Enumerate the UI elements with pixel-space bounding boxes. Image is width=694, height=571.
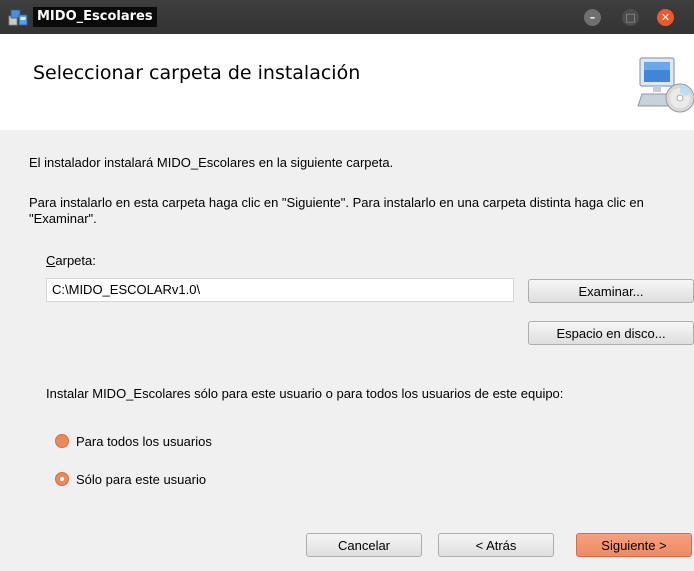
radio-button-checked[interactable]	[55, 472, 69, 486]
page-title: Seleccionar carpeta de instalación	[33, 62, 361, 84]
radio-this-user[interactable]: Sólo para este usuario	[55, 470, 206, 488]
radio-this-user-label: Sólo para este usuario	[76, 471, 207, 487]
folder-label: Carpeta:	[46, 253, 96, 268]
close-button[interactable]: ✕	[657, 9, 674, 26]
back-button[interactable]: < Atrás	[438, 533, 554, 557]
intro-text: El instalador instalará MIDO_Escolares e…	[29, 155, 394, 170]
installer-icon	[8, 9, 28, 26]
next-button[interactable]: Siguiente >	[576, 533, 692, 557]
title-bar[interactable]: MIDO_Escolares – □ ✕	[0, 0, 694, 34]
close-icon: ✕	[660, 11, 671, 24]
header-panel: Seleccionar carpeta de instalación	[0, 34, 694, 130]
maximize-button[interactable]: □	[622, 9, 639, 26]
disk-space-button[interactable]: Espacio en disco...	[528, 321, 694, 345]
browse-button[interactable]: Examinar...	[528, 279, 694, 303]
minimize-icon: –	[589, 11, 596, 24]
folder-label-accelerator: C	[46, 253, 56, 268]
instructions-text: Para instalarlo en esta carpeta haga cli…	[29, 195, 644, 226]
cancel-button[interactable]: Cancelar	[306, 533, 422, 557]
window-title: MIDO_Escolares	[33, 7, 157, 27]
radio-all-users-label: Para todos los usuarios	[76, 433, 212, 449]
radio-button-unchecked[interactable]	[55, 434, 69, 448]
install-scope-text: Instalar MIDO_Escolares sólo para este u…	[46, 386, 564, 401]
maximize-icon: □	[625, 11, 636, 24]
computer-disc-icon	[637, 57, 694, 113]
folder-label-text: arpeta:	[55, 253, 96, 268]
folder-path-input[interactable]: C:\MIDO_ESCOLARv1.0\	[46, 278, 514, 302]
radio-all-users[interactable]: Para todos los usuarios	[55, 432, 212, 450]
minimize-button[interactable]: –	[584, 9, 601, 26]
